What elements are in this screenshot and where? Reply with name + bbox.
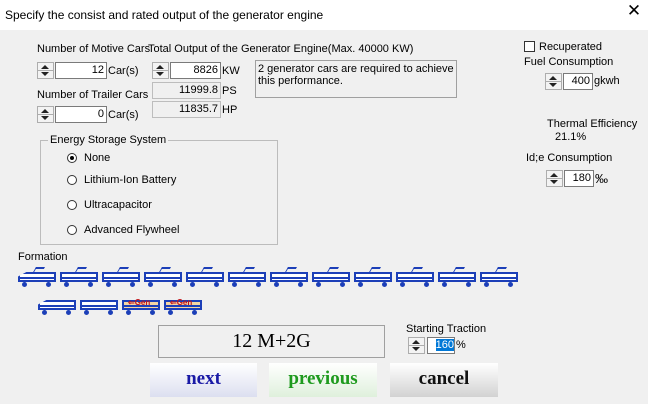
formation-trailer-row: ⇐Gen ⇐Gen (38, 298, 238, 318)
formation-label: Formation (18, 251, 68, 263)
fuel-consumption-label: Fuel Consumption (524, 56, 614, 68)
motive-cars-label: Number of Motive Cars (37, 43, 151, 55)
energy-storage-title: Energy Storage System (48, 134, 169, 146)
starting-traction-input[interactable]: 160 (427, 337, 455, 354)
radio-none-label[interactable]: None (84, 152, 110, 164)
generator-ps-unit: PS (222, 85, 237, 97)
motive-car (102, 267, 140, 287)
motive-car (270, 267, 308, 287)
previous-button[interactable]: previous (269, 363, 377, 397)
motive-car (144, 267, 182, 287)
motive-car (18, 267, 56, 287)
thermal-efficiency-value: 21.1% (555, 131, 587, 143)
close-icon[interactable]: ✕ (626, 2, 642, 20)
trailer-cars-unit: Car(s) (108, 109, 139, 121)
starting-traction-label: Starting Traction (406, 323, 487, 335)
radio-ultracapacitor[interactable] (67, 200, 77, 210)
radio-lithium-ion-battery[interactable] (67, 175, 77, 185)
spinner-up-icon[interactable] (412, 340, 420, 344)
trailer-cars-spinner[interactable] (37, 106, 54, 123)
motive-car (438, 267, 476, 287)
cancel-button[interactable]: cancel (390, 363, 498, 397)
motive-car (312, 267, 350, 287)
generator-output-label: Total Output of the Generator Engine(Max… (148, 43, 414, 55)
idle-consumption-spinner[interactable] (546, 170, 563, 187)
generator-requirement-message: 2 generator cars are required to achieve… (255, 60, 457, 98)
generator-kw-input[interactable]: 8826 (170, 62, 221, 79)
idle-consumption-unit: ‰ (595, 171, 608, 186)
trailer-car (80, 298, 118, 315)
motive-car (60, 267, 98, 287)
spinner-up-icon[interactable] (549, 76, 557, 80)
spinner-down-icon[interactable] (41, 72, 49, 76)
motive-car (228, 267, 266, 287)
generator-hp-value: 11835.7 (152, 101, 221, 118)
formation-summary: 12 M+2G (158, 325, 385, 358)
motive-car (354, 267, 392, 287)
motive-car (480, 267, 518, 287)
motive-cars-unit: Car(s) (108, 65, 139, 77)
radio-none[interactable] (67, 153, 77, 163)
trailer-car (38, 298, 76, 315)
motive-car (396, 267, 434, 287)
starting-traction-value[interactable]: 160 (435, 339, 454, 351)
radio-advanced-flywheel-label[interactable]: Advanced Flywheel (84, 224, 179, 236)
spinner-down-icon[interactable] (41, 116, 49, 120)
fuel-consumption-input[interactable]: 400 (563, 73, 593, 90)
idle-consumption-input[interactable]: 180 (564, 170, 594, 187)
window-title: Specify the consist and rated output of … (5, 8, 324, 22)
spinner-down-icon[interactable] (549, 83, 557, 87)
generator-car: ⇐Gen (164, 298, 202, 315)
fuel-consumption-spinner[interactable] (545, 73, 562, 90)
starting-traction-unit: % (456, 339, 466, 351)
spinner-up-icon[interactable] (156, 65, 164, 69)
idle-consumption-label: Id;e Consumption (526, 152, 613, 164)
spinner-down-icon[interactable] (412, 347, 420, 351)
fuel-consumption-unit: gkwh (594, 75, 620, 87)
generator-hp-unit: HP (222, 104, 238, 116)
spinner-down-icon[interactable] (156, 72, 164, 76)
thermal-efficiency-label: Thermal Efficiency (547, 118, 638, 130)
next-button[interactable]: next (150, 363, 257, 397)
generator-output-spinner[interactable] (152, 62, 169, 79)
formation-motive-row (18, 267, 628, 290)
trailer-cars-input[interactable]: 0 (55, 106, 107, 123)
generator-kw-unit: KW (222, 65, 240, 77)
spinner-down-icon[interactable] (550, 180, 558, 184)
generator-car: ⇐Gen (122, 298, 160, 315)
generator-ps-value: 11999.8 (152, 82, 221, 99)
motive-cars-input[interactable]: 12 (55, 62, 107, 79)
spinner-up-icon[interactable] (41, 65, 49, 69)
spinner-up-icon[interactable] (41, 109, 49, 113)
trailer-cars-label: Number of Trailer Cars (37, 89, 149, 101)
motive-cars-spinner[interactable] (37, 62, 54, 79)
starting-traction-spinner[interactable] (408, 337, 425, 354)
motive-car (186, 267, 224, 287)
recuperated-label[interactable]: Recuperated (539, 41, 602, 53)
recuperated-checkbox[interactable] (524, 41, 535, 52)
radio-ultracapacitor-label[interactable]: Ultracapacitor (84, 199, 152, 211)
spinner-up-icon[interactable] (550, 173, 558, 177)
radio-lithium-ion-battery-label[interactable]: Lithium-Ion Battery (84, 174, 176, 186)
radio-advanced-flywheel[interactable] (67, 225, 77, 235)
